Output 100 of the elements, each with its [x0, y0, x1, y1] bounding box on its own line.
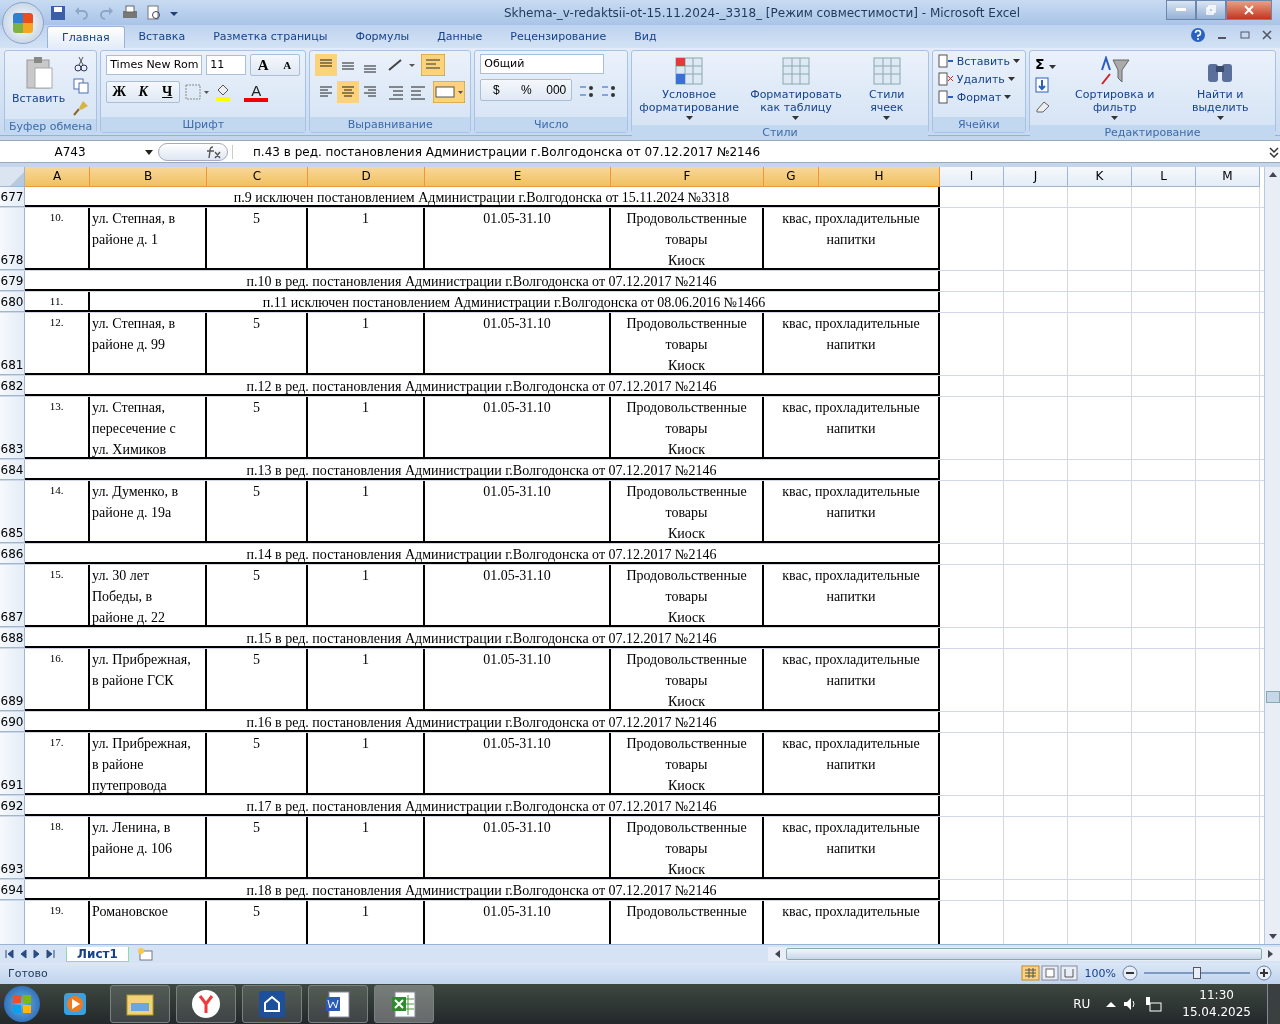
row-header[interactable]: 683 — [0, 397, 25, 460]
column-header[interactable]: E — [425, 167, 611, 188]
row-header[interactable]: 690 — [0, 712, 25, 733]
zoom-slider-thumb[interactable] — [1193, 967, 1201, 980]
minimize-button[interactable] — [1166, 0, 1196, 20]
ribbon-tab[interactable]: Главная — [47, 26, 125, 49]
row-header[interactable]: 682 — [0, 376, 25, 397]
grow-font-button[interactable]: A — [251, 55, 276, 76]
editing-button[interactable]: Найти и выделить — [1170, 54, 1270, 123]
cells-button[interactable]: Удалить — [937, 72, 1015, 87]
column-header[interactable]: M — [1196, 167, 1260, 188]
editing-button[interactable]: Сортировка и фильтр — [1064, 54, 1165, 123]
zoom-slider[interactable] — [1144, 967, 1250, 980]
row-header[interactable]: 679 — [0, 271, 25, 292]
scroll-thumb[interactable] — [1265, 691, 1280, 704]
zoom-in-icon[interactable] — [1256, 965, 1272, 982]
autosum-button[interactable]: Σ — [1034, 56, 1059, 73]
number-format-field[interactable]: Общий — [480, 54, 605, 75]
restore-icon[interactable] — [1240, 30, 1250, 41]
row-header[interactable]: 689 — [0, 649, 25, 712]
column-header[interactable]: H — [819, 167, 940, 188]
row-header[interactable]: 686 — [0, 544, 25, 565]
ribbon-tab[interactable]: Вид — [620, 26, 671, 49]
row-header[interactable]: 680 — [0, 292, 25, 313]
scroll-thumb[interactable] — [786, 948, 1262, 961]
scroll-up-icon[interactable] — [1268, 171, 1277, 178]
italic-button[interactable]: К — [131, 82, 156, 103]
underline-button[interactable]: Ч — [155, 82, 180, 103]
column-header[interactable]: C — [207, 167, 308, 188]
save-icon[interactable] — [50, 4, 66, 21]
column-header[interactable]: A — [25, 167, 90, 188]
zoom-out-icon[interactable] — [1122, 965, 1138, 982]
row-header[interactable]: 692 — [0, 796, 25, 817]
ribbon-tab[interactable]: Формулы — [341, 26, 424, 49]
wrap-text-icon[interactable] — [421, 54, 446, 77]
horizontal-scrollbar[interactable] — [768, 947, 1280, 962]
scissors-icon[interactable] — [73, 56, 90, 73]
clock[interactable]: 11:30 15.04.2025 — [1182, 987, 1251, 1021]
column-header[interactable]: K — [1068, 167, 1132, 188]
column-header[interactable]: J — [1004, 167, 1068, 188]
bold-button[interactable]: Ж — [107, 82, 132, 103]
row-header[interactable]: 688 — [0, 628, 25, 649]
font-color-button[interactable]: A — [244, 82, 269, 103]
help-icon[interactable] — [1190, 27, 1206, 44]
taskbar-button[interactable] — [242, 985, 302, 1023]
styles-button[interactable]: Стили ячеек — [850, 54, 923, 123]
taskbar-button[interactable] — [374, 985, 434, 1023]
ribbon-tab[interactable]: Рецензирование — [496, 26, 621, 49]
dropdown-icon[interactable] — [144, 147, 154, 156]
network-icon[interactable] — [1144, 995, 1163, 1013]
cells-button[interactable]: Вставить — [937, 54, 1020, 69]
font-size-field[interactable]: 11 — [206, 55, 247, 76]
row-header[interactable]: 681 — [0, 313, 25, 376]
ribbon-tab[interactable]: Данные — [423, 26, 497, 49]
cells-button[interactable]: Формат — [937, 90, 1012, 105]
column-header[interactable]: D — [308, 167, 425, 188]
styles-button[interactable]: Форматировать как таблицу — [747, 54, 845, 123]
ribbon-tab[interactable]: Вставка — [124, 26, 200, 49]
row-header[interactable]: 677 — [0, 187, 25, 208]
shrink-font-button[interactable]: A — [275, 55, 300, 76]
office-button[interactable] — [2, 2, 44, 44]
copy-icon[interactable] — [73, 78, 90, 95]
scroll-down-icon[interactable] — [1268, 934, 1277, 941]
column-header[interactable]: B — [90, 167, 207, 188]
formula-field[interactable]: п.43 в ред. постановления Администрации г.Волгодонска от 07.12.2017 №2146 — [232, 144, 1264, 159]
row-header[interactable]: 685 — [0, 481, 25, 544]
scroll-right-icon[interactable] — [1268, 950, 1274, 959]
taskbar-button[interactable] — [176, 985, 236, 1023]
printer-icon[interactable] — [122, 4, 138, 21]
restore-button[interactable] — [1196, 0, 1226, 20]
merge-cells-icon[interactable] — [433, 81, 466, 104]
row-header[interactable]: 687 — [0, 565, 25, 628]
language-indicator[interactable]: RU — [1073, 997, 1091, 1011]
format-painter-icon[interactable] — [73, 100, 90, 117]
start-button[interactable] — [4, 986, 40, 1022]
sheet-tab[interactable]: Лист1 — [66, 946, 129, 962]
zoom-level[interactable]: 100% — [1084, 966, 1116, 980]
font-name-field[interactable]: Times New Rom — [106, 55, 203, 76]
vertical-scrollbar[interactable] — [1264, 167, 1280, 945]
column-header[interactable]: F — [611, 167, 764, 188]
thousands-button[interactable]: 000 — [541, 80, 572, 101]
ribbon-tab[interactable]: Разметка страницы — [199, 26, 342, 49]
row-header[interactable]: 694 — [0, 880, 25, 901]
row-header[interactable]: 691 — [0, 733, 25, 796]
view-buttons-icon[interactable] — [1020, 965, 1079, 982]
column-header[interactable]: G — [764, 167, 819, 188]
scroll-left-icon[interactable] — [774, 950, 780, 959]
row-header[interactable]: 684 — [0, 460, 25, 481]
styles-button[interactable]: Условное форматирование — [637, 54, 742, 123]
print-preview-icon[interactable] — [146, 4, 162, 21]
tray-arrow-icon[interactable] — [1106, 1001, 1117, 1007]
row-header[interactable]: 693 — [0, 817, 25, 880]
taskbar-button[interactable] — [308, 985, 368, 1023]
close-icon[interactable] — [1262, 30, 1272, 41]
name-box[interactable]: A743 — [0, 144, 140, 159]
row-header[interactable]: 678 — [0, 208, 25, 271]
column-header[interactable]: L — [1132, 167, 1196, 188]
currency-button[interactable]: $ — [481, 80, 512, 101]
percent-button[interactable]: % — [511, 80, 542, 101]
paste-button[interactable]: Вставить — [10, 54, 68, 108]
